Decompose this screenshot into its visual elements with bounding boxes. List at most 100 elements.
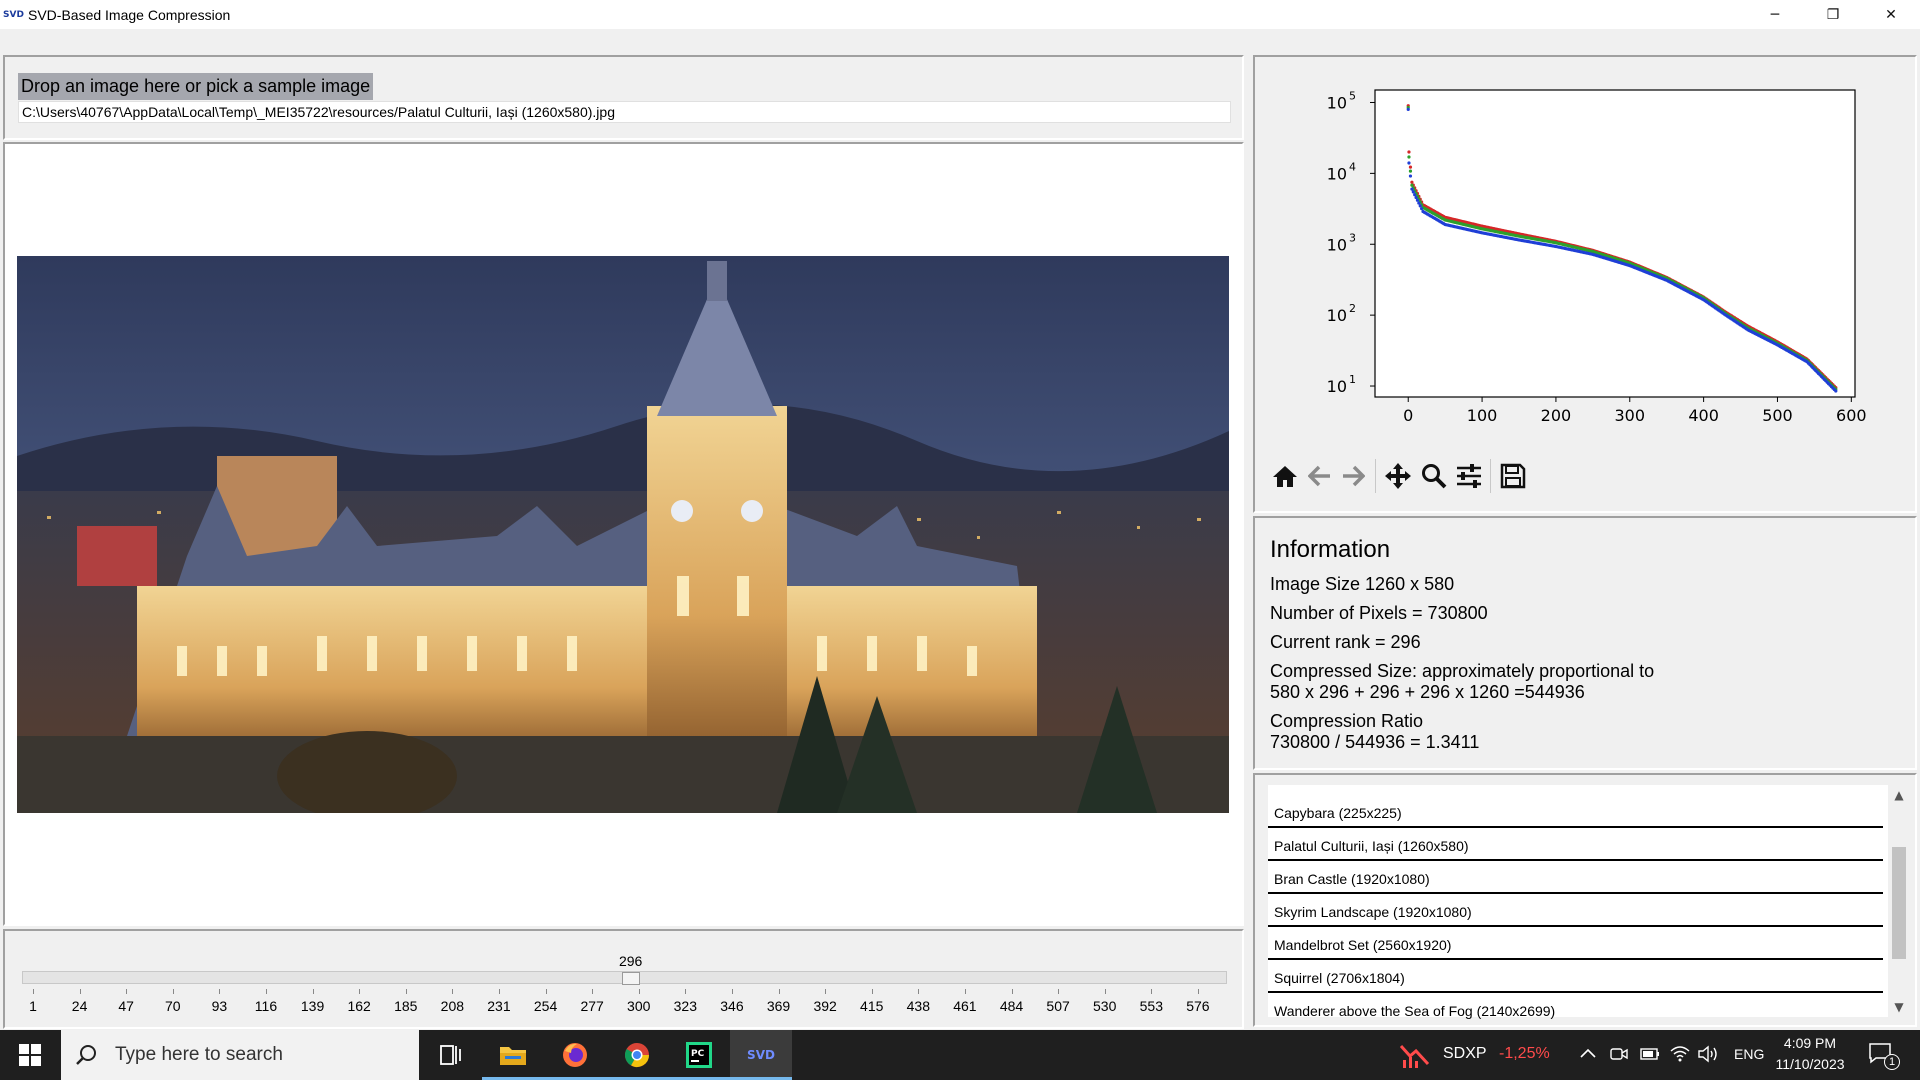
slider-tick — [312, 989, 314, 994]
rank-slider-thumb[interactable] — [621, 972, 640, 985]
plot-canvas[interactable]: 0 100 200 300 400 500 600 10 5 10 4 10 3 10 2 10 1 — [1255, 57, 1915, 442]
svg-text:PC: PC — [691, 1049, 705, 1059]
stock-chart-icon[interactable] — [1399, 1042, 1430, 1068]
taskbar: Type here to search PC SVD SDXP -1,25% E… — [0, 1030, 1920, 1080]
title-bar: SVD SVD-Based Image Compression ─ ❐ ✕ — [0, 0, 1920, 29]
scrollbar-thumb[interactable] — [1892, 847, 1906, 959]
x-tick-label: 100 — [1467, 406, 1498, 425]
scroll-up-icon[interactable]: ▲ — [1888, 785, 1910, 805]
slider-tick-label: 70 — [164, 998, 181, 1014]
arrow-right-icon[interactable] — [1338, 461, 1368, 491]
slider-tick-label: 162 — [347, 998, 371, 1014]
scatter-point — [1408, 174, 1413, 178]
ticker-symbol[interactable]: SDXP — [1443, 1045, 1487, 1063]
system-clock[interactable]: 4:09 PM 11/10/2023 — [1764, 1033, 1856, 1075]
list-item[interactable]: Squirrel (2706x1804) — [1268, 962, 1883, 993]
firefox-icon[interactable] — [544, 1030, 606, 1080]
slider-tick-label: 116 — [254, 998, 278, 1014]
chevron-up-icon[interactable] — [1580, 1046, 1596, 1064]
close-button[interactable]: ✕ — [1862, 0, 1920, 29]
slider-tick-label: 323 — [673, 998, 698, 1014]
scroll-down-icon[interactable]: ▼ — [1888, 997, 1910, 1017]
slider-tick — [964, 989, 966, 994]
list-item[interactable]: Capybara (225x225) — [1268, 797, 1883, 828]
y-tick-exponent: 2 — [1349, 302, 1356, 315]
x-tick-label: 200 — [1541, 406, 1572, 425]
notification-count-badge: 1 — [1884, 1054, 1900, 1070]
compression-ratio-label: Compression Ratio — [1270, 711, 1424, 731]
x-tick-label: 500 — [1762, 406, 1793, 425]
image-path-field[interactable]: C:\Users\40767\AppData\Local\Temp\_MEI35… — [18, 101, 1231, 123]
list-item[interactable]: Mandelbrot Set (2560x1920) — [1268, 929, 1883, 960]
file-explorer-icon[interactable] — [482, 1030, 544, 1080]
slider-tick-label: 47 — [118, 998, 134, 1014]
language-indicator[interactable]: ENG — [1734, 1046, 1764, 1062]
restore-button[interactable]: ❐ — [1804, 0, 1862, 29]
home-icon[interactable] — [1270, 461, 1300, 491]
list-item[interactable]: Bran Castle (1920x1080) — [1268, 863, 1883, 894]
slider-tick-label: 530 — [1093, 998, 1117, 1014]
slider-tick — [871, 989, 873, 994]
floppy-disk-icon[interactable] — [1498, 461, 1528, 491]
compressed-image-preview — [17, 256, 1229, 813]
list-item[interactable]: Palatul Culturii, Iași (1260x580) — [1268, 830, 1883, 861]
meet-now-icon[interactable] — [1610, 1045, 1628, 1068]
y-tick-exponent: 3 — [1349, 231, 1356, 244]
slider-tick-label: 24 — [71, 998, 88, 1014]
sample-images-panel: Capybara (225x225) Palatul Culturii, Iaș… — [1253, 773, 1917, 1027]
minimize-button[interactable]: ─ — [1746, 0, 1804, 29]
slider-tick — [498, 989, 500, 994]
ticker-change[interactable]: -1,25% — [1499, 1045, 1550, 1063]
sliders-icon[interactable] — [1454, 461, 1484, 491]
slider-tick-label: 553 — [1139, 998, 1163, 1014]
image-size-text: Image Size 1260 x 580 — [1270, 574, 1455, 594]
image-panel — [3, 142, 1244, 926]
compressed-size-label: Compressed Size: approximately proportio… — [1270, 661, 1655, 681]
list-item[interactable]: Wanderer above the Sea of Fog (2140x2699… — [1268, 995, 1883, 1026]
slider-tick-label: 415 — [860, 998, 884, 1014]
y-tick-label: 10 — [1327, 377, 1347, 396]
slider-tick — [1058, 989, 1060, 994]
slider-tick-label: 392 — [813, 998, 837, 1014]
search-icon — [76, 1045, 96, 1065]
list-scrollbar[interactable]: ▲ ▼ — [1888, 785, 1910, 1017]
slider-tick — [359, 989, 361, 994]
magnifier-icon[interactable] — [1419, 461, 1449, 491]
volume-icon[interactable] — [1698, 1045, 1718, 1068]
taskbar-search-box[interactable]: Type here to search — [61, 1030, 419, 1080]
y-tick-label: 10 — [1327, 306, 1347, 325]
y-tick-exponent: 4 — [1349, 160, 1356, 173]
drop-zone-label[interactable]: Drop an image here or pick a sample imag… — [18, 73, 374, 100]
wifi-icon[interactable] — [1670, 1044, 1690, 1067]
plot-axes-frame — [1374, 89, 1856, 398]
slider-tick-label: 208 — [440, 998, 465, 1014]
chrome-icon[interactable] — [606, 1030, 668, 1080]
windows-start-icon[interactable] — [0, 1030, 60, 1080]
x-tick-label: 0 — [1403, 406, 1413, 425]
scatter-point — [1407, 161, 1411, 165]
drop-panel: Drop an image here or pick a sample imag… — [3, 55, 1244, 140]
slider-tick — [1151, 989, 1153, 994]
slider-tick — [825, 989, 827, 994]
information-title: Information — [1270, 536, 1391, 563]
task-view-icon[interactable] — [420, 1030, 482, 1080]
pycharm-icon[interactable]: PC — [668, 1030, 730, 1080]
scatter-point — [1834, 389, 1838, 393]
slider-tick — [638, 989, 640, 994]
rank-value-label: 296 — [618, 953, 643, 969]
slider-tick — [1011, 989, 1013, 994]
move-icon[interactable] — [1383, 461, 1413, 491]
notification-center-icon[interactable]: 1 — [1868, 1042, 1904, 1070]
slider-tick — [1197, 989, 1199, 994]
battery-icon[interactable] — [1640, 1046, 1660, 1067]
compression-ratio-formula: 730800 / 544936 = 1.3411 — [1270, 732, 1480, 752]
window-title: SVD-Based Image Compression — [28, 6, 231, 23]
window-controls: ─ ❐ ✕ — [1746, 0, 1920, 29]
arrow-left-icon[interactable] — [1305, 461, 1335, 491]
slider-tick-label: 369 — [766, 998, 791, 1014]
scatter-point — [1407, 155, 1411, 159]
x-tick-label: 600 — [1836, 406, 1867, 425]
list-item[interactable]: Skyrim Landscape (1920x1080) — [1268, 896, 1883, 927]
svd-app-taskbar-button[interactable]: SVD — [730, 1030, 792, 1080]
slider-tick — [172, 989, 174, 994]
